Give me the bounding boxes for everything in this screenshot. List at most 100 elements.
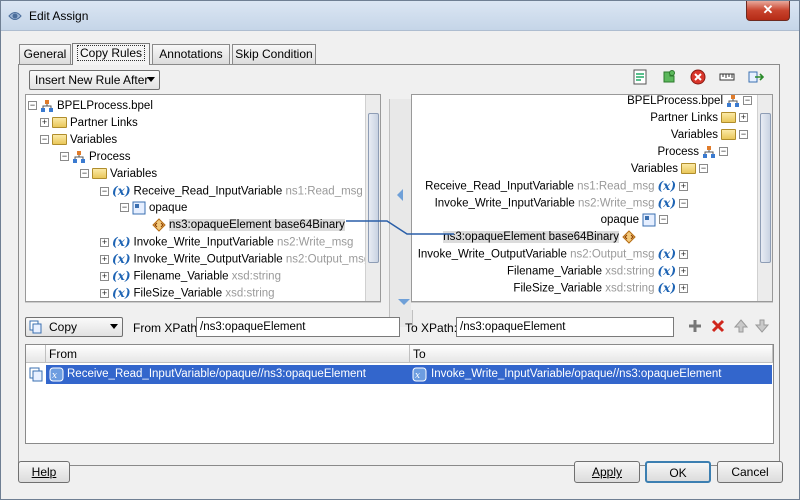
collapse-icon[interactable]: − <box>120 203 129 213</box>
collapse-icon[interactable]: − <box>40 135 49 145</box>
tree-item[interactable]: + (x) Invoke_Write_InputVariable ns2:Write… <box>100 234 353 251</box>
tree-item[interactable]: Receive_Read_InputVariable ns1:Read_msg(… <box>425 178 688 195</box>
tree-item[interactable]: ns3:opaqueElement base64Binary <box>443 229 648 246</box>
ok-button[interactable]: OK <box>645 461 711 483</box>
variable-icon: x <box>412 367 427 382</box>
collapse-down-icon[interactable] <box>396 297 412 307</box>
tree-item[interactable]: Variables − <box>631 161 708 178</box>
tree-item[interactable]: Invoke_Write_InputVariable ns2:Write_msg… <box>435 195 688 212</box>
tree-item-label: FileSize_Variable <box>133 287 223 300</box>
collapse-icon[interactable]: − <box>679 199 688 208</box>
tab-skip-condition[interactable]: Skip Condition <box>232 44 316 64</box>
expression-builder-icon[interactable] <box>632 69 648 85</box>
tab-general[interactable]: General <box>19 44 71 64</box>
target-hscroll[interactable] <box>411 302 773 310</box>
tree-item[interactable]: Invoke_Write_OutputVariable ns2:Output_m… <box>418 246 688 263</box>
tree-item[interactable]: + (x) Invoke_Write_OutputVariable ns2:Outp… <box>100 251 370 268</box>
collapse-icon[interactable]: − <box>739 130 748 140</box>
collapse-icon[interactable]: − <box>100 187 109 196</box>
folder-icon <box>92 168 107 180</box>
tree-item-type: ns1:Read_msg <box>285 185 363 198</box>
tree-item[interactable]: Process − <box>657 144 728 161</box>
tree-item[interactable]: − BPELProcess.bpel <box>28 98 153 115</box>
tree-item[interactable]: BPELProcess.bpel − <box>627 95 752 110</box>
ruler-icon[interactable] <box>719 69 735 85</box>
tree-item[interactable]: ns3:opaqueElement base64Binary <box>140 217 345 234</box>
copy-operation-dropdown[interactable]: Copy <box>25 317 123 337</box>
expand-icon[interactable]: + <box>679 182 688 191</box>
chevron-down-icon <box>147 77 155 82</box>
tree-item[interactable]: − Variables <box>80 166 157 183</box>
insert-rule-dropdown[interactable]: Insert New Rule After <box>29 70 160 90</box>
expand-icon[interactable]: + <box>40 118 49 128</box>
tree-item-label: opaque <box>600 214 639 226</box>
apply-button[interactable]: Apply <box>574 461 640 483</box>
process-icon <box>703 145 715 158</box>
expand-icon[interactable]: + <box>100 255 109 264</box>
from-xpath-input[interactable]: /ns3:opaqueElement <box>196 317 400 337</box>
title-bar: Edit Assign ✕ <box>1 1 799 31</box>
tree-item[interactable]: opaque − <box>601 212 668 229</box>
source-hscroll[interactable] <box>25 302 381 310</box>
window-title: Edit Assign <box>29 9 89 23</box>
tree-item-label: Process <box>657 146 699 158</box>
to-xpath-input[interactable]: /ns3:opaqueElement <box>456 317 674 337</box>
xml-fragment-icon[interactable] <box>661 69 677 85</box>
cancel-button[interactable]: Cancel <box>717 461 783 483</box>
tree-item[interactable]: − Variables <box>40 132 117 149</box>
variable-icon: (x) <box>657 196 676 210</box>
tree-item[interactable]: Partner Links + <box>650 110 748 127</box>
tab-annotations[interactable]: Annotations <box>152 44 230 64</box>
expand-icon[interactable]: + <box>739 113 748 123</box>
expand-icon[interactable]: + <box>679 284 688 293</box>
tree-item[interactable]: Variables − <box>671 127 748 144</box>
collapse-icon[interactable]: − <box>743 96 752 106</box>
tree-item[interactable]: − Process <box>60 149 131 166</box>
tree-item-label: Invoke_Write_OutputVariable <box>417 248 567 261</box>
delete-icon[interactable] <box>690 69 706 85</box>
target-tree-panel[interactable]: BPELProcess.bpel − Partner Links + Variables… <box>411 94 773 302</box>
rule-to-cell: Invoke_Write_InputVariable/opaque//ns3:o… <box>431 368 722 380</box>
collapse-icon[interactable]: − <box>719 147 728 157</box>
collapse-icon[interactable]: − <box>60 152 69 162</box>
target-scrollbar[interactable] <box>757 95 772 301</box>
collapse-icon[interactable]: − <box>699 164 708 174</box>
tree-item-type: ns2:Output_msg <box>285 253 371 266</box>
source-tree-panel[interactable]: − BPELProcess.bpel + Partner Links − Variable… <box>25 94 381 302</box>
collapse-icon[interactable]: − <box>80 169 89 179</box>
from-column-header[interactable]: From <box>46 345 410 363</box>
add-icon[interactable] <box>687 318 703 334</box>
tree-item[interactable]: − (x) Receive_Read_InputVariable ns1:Read_… <box>100 183 363 200</box>
auto-map-icon[interactable] <box>748 69 764 85</box>
collapse-left-icon[interactable] <box>392 187 408 203</box>
expand-icon[interactable]: + <box>100 289 109 298</box>
button-label: Cancel <box>731 465 769 479</box>
move-down-icon[interactable] <box>754 318 770 334</box>
tree-item[interactable]: + (x) FileSize_Variable xsd:string <box>100 285 275 301</box>
tab-copy-rules[interactable]: Copy Rules <box>72 43 150 65</box>
expand-icon[interactable]: + <box>679 250 688 259</box>
expand-icon[interactable]: + <box>679 267 688 276</box>
scroll-thumb[interactable] <box>760 113 771 263</box>
expand-icon[interactable]: + <box>100 272 109 281</box>
tab-label: General <box>23 47 67 61</box>
from-xpath-label: From XPath: <box>133 321 201 335</box>
copy-rules-table[interactable]: From To x Receive_Read_InputVariable/opa… <box>25 344 774 444</box>
element-icon <box>642 213 656 227</box>
table-row[interactable]: x Receive_Read_InputVariable/opaque//ns3… <box>46 365 772 384</box>
collapse-icon[interactable]: − <box>28 101 37 111</box>
to-column-header[interactable]: To <box>410 345 773 363</box>
move-up-icon[interactable] <box>733 318 749 334</box>
tree-item[interactable]: + (x) Filename_Variable xsd:string <box>100 268 281 285</box>
scroll-thumb[interactable] <box>368 113 379 263</box>
help-button[interactable]: Help <box>18 461 70 483</box>
source-scrollbar[interactable] <box>365 95 380 301</box>
tree-item[interactable]: − opaque <box>120 200 187 217</box>
expand-icon[interactable]: + <box>100 238 109 247</box>
remove-icon[interactable] <box>710 318 726 334</box>
collapse-icon[interactable]: − <box>659 215 668 225</box>
tree-item[interactable]: FileSize_Variable xsd:string (x) + <box>513 280 688 297</box>
close-button[interactable]: ✕ <box>746 1 790 21</box>
tree-item[interactable]: Filename_Variable xsd:string (x) + <box>507 263 688 280</box>
tree-item[interactable]: + Partner Links <box>40 115 138 132</box>
